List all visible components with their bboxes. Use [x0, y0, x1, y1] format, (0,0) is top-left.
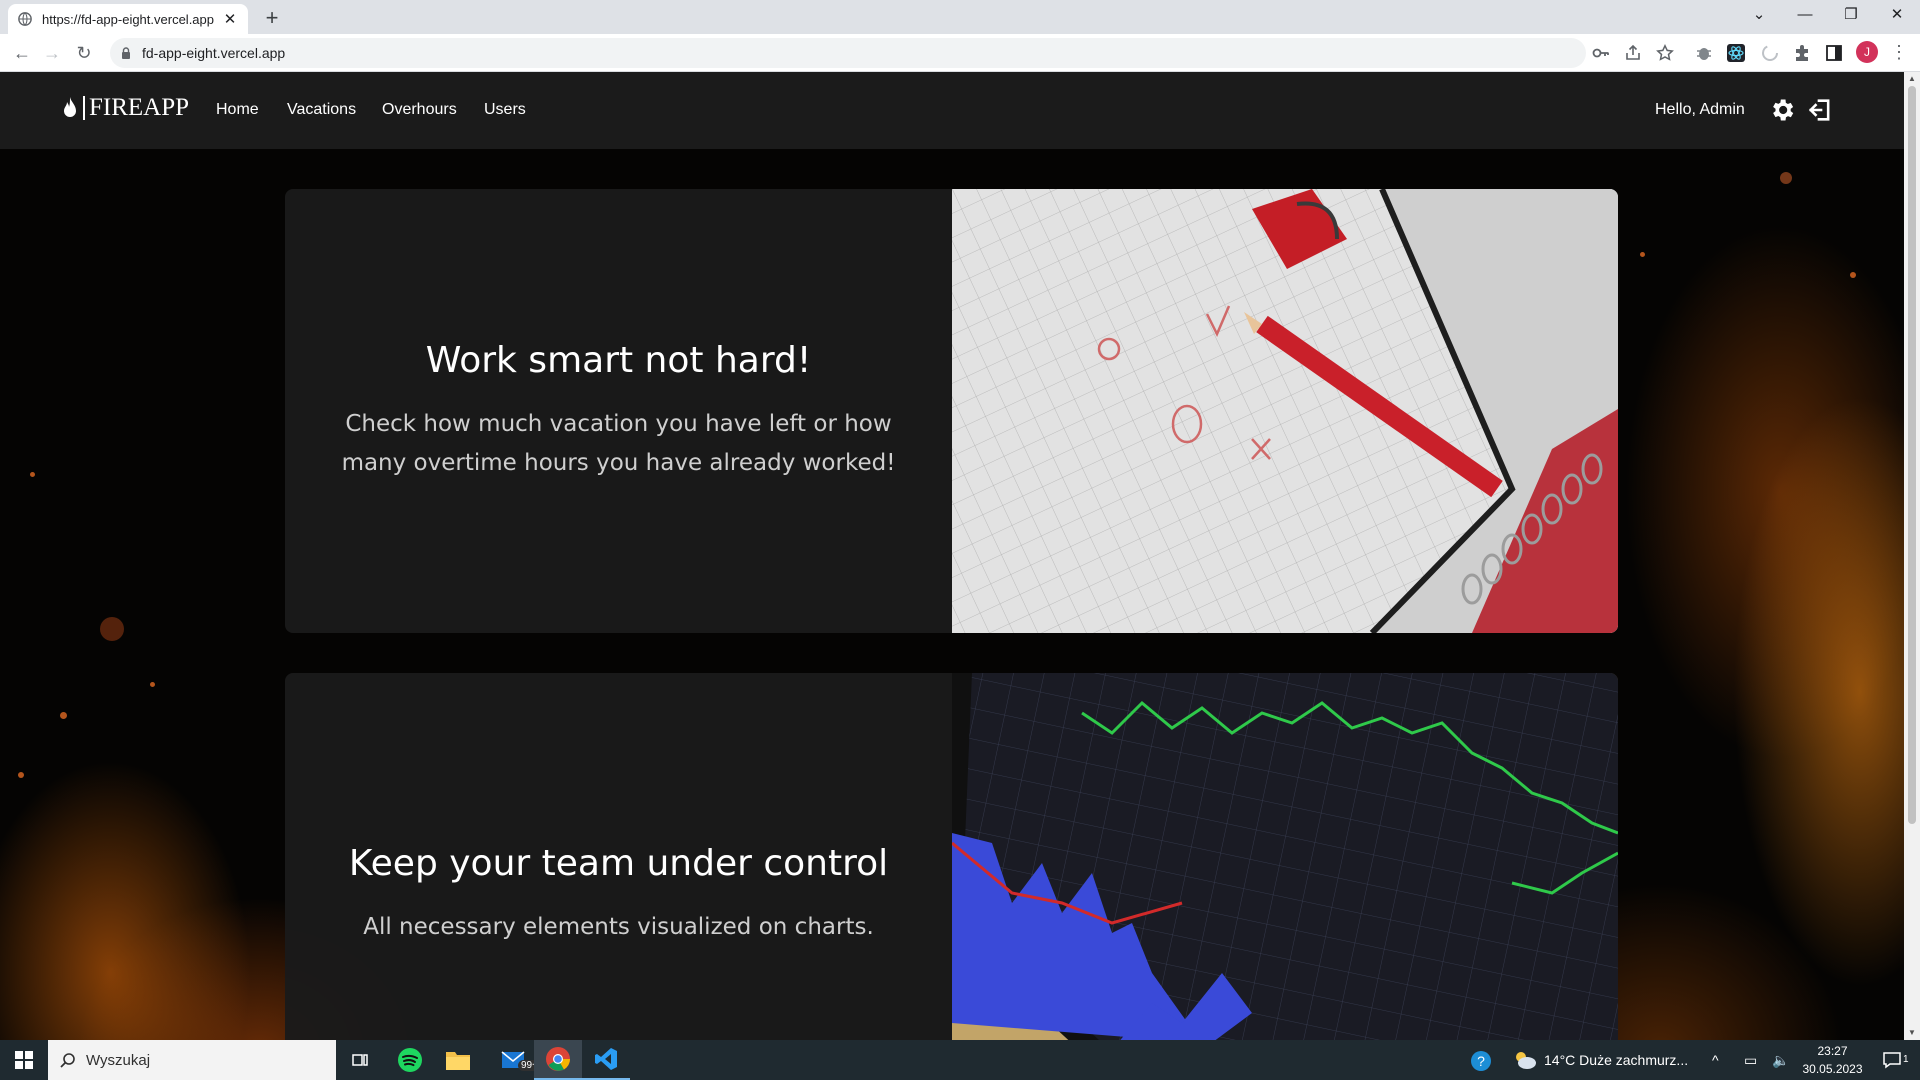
weather-widget[interactable]: 14°C Duże zachmurz... [1512, 1040, 1688, 1080]
task-view-icon[interactable] [336, 1040, 384, 1080]
new-tab-button[interactable]: + [258, 5, 286, 33]
svg-text:?: ? [1477, 1053, 1485, 1069]
ember-spark [1780, 172, 1792, 184]
bookmark-star-icon[interactable] [1656, 44, 1674, 62]
profile-avatar[interactable]: J [1856, 41, 1878, 63]
windows-start-icon[interactable] [0, 1040, 48, 1080]
ember-spark [60, 712, 67, 719]
feature-card-description: All necessary elements visualized on cha… [363, 914, 874, 940]
url-text: fd-app-eight.vercel.app [142, 45, 286, 61]
loader-extension-icon[interactable] [1760, 43, 1780, 63]
help-icon[interactable]: ? [1470, 1040, 1492, 1080]
notification-count: 1 [1903, 1054, 1909, 1065]
nav-link-users[interactable]: Users [484, 101, 526, 119]
nav-link-vacations[interactable]: Vacations [287, 101, 356, 119]
back-arrow-icon[interactable]: ← [8, 39, 36, 67]
brand-divider [83, 96, 85, 120]
ember-spark [1850, 272, 1856, 278]
address-bar[interactable]: fd-app-eight.vercel.app [110, 38, 1586, 68]
notebook-pencil-image [952, 189, 1618, 633]
page-viewport: FIREAPP Home Vacations Overhours Users H… [0, 72, 1904, 1040]
logout-icon[interactable] [1806, 96, 1834, 124]
search-placeholder: Wyszukaj [86, 1051, 151, 1069]
ember-spark [100, 617, 124, 641]
weather-text: 14°C Duże zachmurz... [1544, 1052, 1689, 1068]
clock-time: 23:27 [1817, 1044, 1848, 1058]
feature-card-text: Work smart not hard! Check how much vaca… [285, 189, 952, 633]
app-navbar: FIREAPP Home Vacations Overhours Users H… [0, 72, 1904, 149]
system-clock[interactable]: 23:27 30.05.2023 [1780, 1042, 1885, 1078]
feature-card: Work smart not hard! Check how much vaca… [285, 189, 1618, 633]
scrollbar-thumb[interactable] [1908, 86, 1916, 824]
browser-tab[interactable]: https://fd-app-eight.vercel.app ✕ [8, 4, 248, 34]
page-scrollbar[interactable]: ▲ ▼ [1904, 72, 1920, 1040]
close-tab-icon[interactable]: ✕ [222, 10, 238, 28]
reload-icon[interactable]: ↻ [70, 39, 98, 67]
share-icon[interactable] [1624, 44, 1642, 62]
feature-card: Keep your team under control All necessa… [285, 673, 1618, 1040]
spotify-icon[interactable] [386, 1040, 434, 1080]
chevron-up-icon[interactable]: ^ [1712, 1040, 1719, 1080]
ember-spark [30, 472, 35, 477]
scroll-up-arrow-icon[interactable]: ▲ [1904, 72, 1920, 86]
tab-title: https://fd-app-eight.vercel.app [42, 11, 214, 27]
mail-icon[interactable]: 99+ [490, 1040, 541, 1080]
notification-icon[interactable]: 1 [1882, 1040, 1909, 1080]
ember-spark [1640, 252, 1645, 257]
globe-icon [18, 12, 32, 26]
minimize-icon[interactable]: — [1782, 0, 1828, 30]
browser-toolbar: ← → ↻ fd-app-eight.vercel.app J ⋮ [0, 34, 1920, 72]
ember-spark [150, 682, 155, 687]
react-devtools-icon[interactable] [1726, 43, 1746, 63]
flame-icon [64, 97, 76, 117]
tab-search-icon[interactable]: ⌄ [1736, 0, 1782, 30]
restore-icon[interactable]: ❐ [1828, 0, 1874, 30]
scroll-down-arrow-icon[interactable]: ▼ [1904, 1026, 1920, 1040]
nav-link-home[interactable]: Home [216, 101, 259, 119]
puzzle-extensions-icon[interactable] [1792, 43, 1812, 63]
side-panel-icon[interactable] [1824, 43, 1844, 63]
stock-chart-tablet-image [952, 673, 1618, 1040]
feature-card-text: Keep your team under control All necessa… [285, 673, 952, 1040]
chrome-icon[interactable] [534, 1040, 582, 1080]
forward-arrow-icon[interactable]: → [38, 39, 66, 67]
window-close-icon[interactable]: ✕ [1874, 0, 1920, 30]
network-icon[interactable]: ▭ [1744, 1040, 1757, 1080]
clock-date: 30.05.2023 [1802, 1062, 1863, 1076]
cloud-icon [1516, 1052, 1536, 1069]
windows-taskbar: Wyszukaj 99+ ? 14°C Duże zachmurz... ^ ▭… [0, 1040, 1920, 1080]
nav-link-overhours[interactable]: Overhours [382, 101, 457, 119]
gear-icon[interactable] [1768, 96, 1796, 124]
ember-spark [18, 772, 24, 778]
browser-tab-bar: https://fd-app-eight.vercel.app ✕ + ⌄ — … [0, 0, 1920, 34]
lock-icon [122, 47, 130, 59]
feature-card-description: Check how much vacation you have left or… [341, 410, 896, 476]
brand-name: FIREAPP [89, 94, 190, 121]
user-greeting: Hello, Admin [1655, 101, 1745, 118]
fireapp-logo[interactable]: FIREAPP [62, 94, 189, 122]
feature-card-title: Keep your team under control [348, 843, 889, 884]
taskbar-search-box[interactable]: Wyszukaj [48, 1040, 336, 1080]
more-menu-icon[interactable]: ⋮ [1888, 41, 1910, 65]
vscode-icon[interactable] [582, 1040, 630, 1080]
password-key-icon[interactable] [1592, 44, 1610, 62]
feature-card-title: Work smart not hard! [425, 339, 812, 381]
bug-extension-icon[interactable] [1694, 43, 1714, 63]
file-explorer-icon[interactable] [434, 1040, 482, 1080]
search-icon [60, 1053, 75, 1068]
